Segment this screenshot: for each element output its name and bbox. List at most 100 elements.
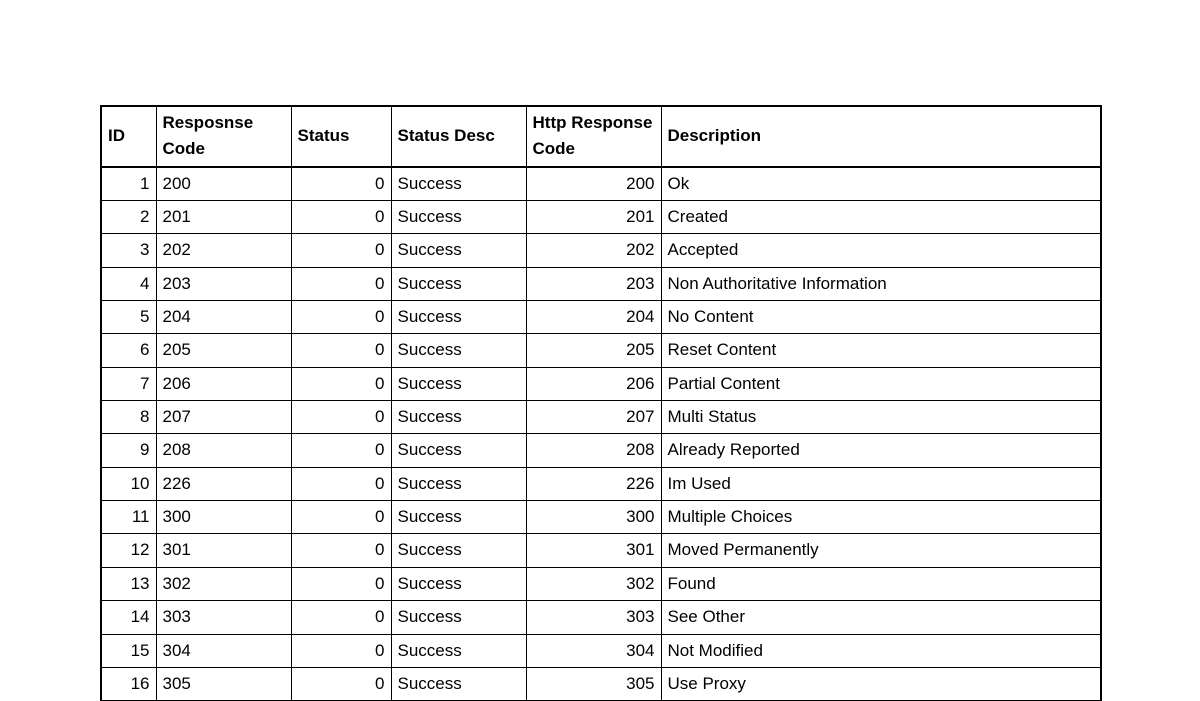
cell-status: 0 bbox=[291, 501, 391, 534]
cell-status: 0 bbox=[291, 301, 391, 334]
cell-response-code: 203 bbox=[156, 267, 291, 300]
cell-status: 0 bbox=[291, 367, 391, 400]
cell-description: Im Used bbox=[661, 467, 1101, 500]
header-description: Description bbox=[661, 106, 1101, 167]
cell-status-desc: Success bbox=[391, 601, 526, 634]
cell-status: 0 bbox=[291, 467, 391, 500]
cell-response-code: 204 bbox=[156, 301, 291, 334]
table-row: 62050Success205Reset Content bbox=[101, 334, 1101, 367]
cell-status: 0 bbox=[291, 434, 391, 467]
cell-http-response-code: 301 bbox=[526, 534, 661, 567]
document-page: ID Resposnse Code Status Status Desc Htt… bbox=[100, 105, 1100, 701]
cell-response-code: 205 bbox=[156, 334, 291, 367]
table-row: 22010Success201Created bbox=[101, 201, 1101, 234]
cell-description: Not Modified bbox=[661, 634, 1101, 667]
cell-http-response-code: 201 bbox=[526, 201, 661, 234]
cell-http-response-code: 305 bbox=[526, 667, 661, 700]
table-row: 143030Success303See Other bbox=[101, 601, 1101, 634]
cell-id: 5 bbox=[101, 301, 156, 334]
cell-http-response-code: 226 bbox=[526, 467, 661, 500]
cell-status-desc: Success bbox=[391, 334, 526, 367]
cell-status-desc: Success bbox=[391, 567, 526, 600]
cell-response-code: 208 bbox=[156, 434, 291, 467]
table-row: 113000Success300Multiple Choices bbox=[101, 501, 1101, 534]
cell-status-desc: Success bbox=[391, 267, 526, 300]
table-header-row: ID Resposnse Code Status Status Desc Htt… bbox=[101, 106, 1101, 167]
cell-status: 0 bbox=[291, 534, 391, 567]
cell-response-code: 226 bbox=[156, 467, 291, 500]
cell-description: Ok bbox=[661, 167, 1101, 201]
cell-status-desc: Success bbox=[391, 167, 526, 201]
cell-response-code: 304 bbox=[156, 634, 291, 667]
cell-id: 13 bbox=[101, 567, 156, 600]
cell-http-response-code: 208 bbox=[526, 434, 661, 467]
cell-http-response-code: 304 bbox=[526, 634, 661, 667]
header-http-response-code: Http Response Code bbox=[526, 106, 661, 167]
header-status: Status bbox=[291, 106, 391, 167]
cell-response-code: 301 bbox=[156, 534, 291, 567]
cell-status-desc: Success bbox=[391, 401, 526, 434]
cell-id: 3 bbox=[101, 234, 156, 267]
cell-description: Reset Content bbox=[661, 334, 1101, 367]
cell-response-code: 202 bbox=[156, 234, 291, 267]
cell-id: 9 bbox=[101, 434, 156, 467]
cell-response-code: 206 bbox=[156, 367, 291, 400]
table-row: 92080Success208Already Reported bbox=[101, 434, 1101, 467]
cell-id: 12 bbox=[101, 534, 156, 567]
cell-description: No Content bbox=[661, 301, 1101, 334]
cell-http-response-code: 302 bbox=[526, 567, 661, 600]
cell-http-response-code: 202 bbox=[526, 234, 661, 267]
header-status-desc: Status Desc bbox=[391, 106, 526, 167]
cell-description: Non Authoritative Information bbox=[661, 267, 1101, 300]
cell-http-response-code: 303 bbox=[526, 601, 661, 634]
table-row: 72060Success206Partial Content bbox=[101, 367, 1101, 400]
cell-description: Found bbox=[661, 567, 1101, 600]
cell-description: Multi Status bbox=[661, 401, 1101, 434]
cell-id: 6 bbox=[101, 334, 156, 367]
table-row: 12000Success200Ok bbox=[101, 167, 1101, 201]
cell-response-code: 303 bbox=[156, 601, 291, 634]
cell-http-response-code: 205 bbox=[526, 334, 661, 367]
cell-status-desc: Success bbox=[391, 434, 526, 467]
cell-status-desc: Success bbox=[391, 501, 526, 534]
cell-id: 11 bbox=[101, 501, 156, 534]
cell-id: 2 bbox=[101, 201, 156, 234]
cell-status: 0 bbox=[291, 167, 391, 201]
table-body: 12000Success200Ok22010Success201Created3… bbox=[101, 167, 1101, 701]
table-row: 163050Success305Use Proxy bbox=[101, 667, 1101, 700]
table-row: 133020Success302Found bbox=[101, 567, 1101, 600]
response-codes-table: ID Resposnse Code Status Status Desc Htt… bbox=[100, 105, 1102, 701]
cell-response-code: 302 bbox=[156, 567, 291, 600]
cell-status: 0 bbox=[291, 267, 391, 300]
cell-description: Moved Permanently bbox=[661, 534, 1101, 567]
cell-http-response-code: 203 bbox=[526, 267, 661, 300]
table-row: 102260Success226Im Used bbox=[101, 467, 1101, 500]
cell-response-code: 200 bbox=[156, 167, 291, 201]
cell-id: 1 bbox=[101, 167, 156, 201]
cell-description: Already Reported bbox=[661, 434, 1101, 467]
cell-status: 0 bbox=[291, 201, 391, 234]
cell-response-code: 201 bbox=[156, 201, 291, 234]
cell-id: 7 bbox=[101, 367, 156, 400]
cell-description: See Other bbox=[661, 601, 1101, 634]
table-row: 52040Success204No Content bbox=[101, 301, 1101, 334]
cell-id: 4 bbox=[101, 267, 156, 300]
cell-description: Accepted bbox=[661, 234, 1101, 267]
cell-status-desc: Success bbox=[391, 234, 526, 267]
cell-http-response-code: 204 bbox=[526, 301, 661, 334]
cell-response-code: 305 bbox=[156, 667, 291, 700]
cell-status: 0 bbox=[291, 634, 391, 667]
header-response-code: Resposnse Code bbox=[156, 106, 291, 167]
cell-status: 0 bbox=[291, 234, 391, 267]
cell-id: 10 bbox=[101, 467, 156, 500]
cell-response-code: 207 bbox=[156, 401, 291, 434]
table-row: 123010Success301Moved Permanently bbox=[101, 534, 1101, 567]
cell-status: 0 bbox=[291, 667, 391, 700]
header-id: ID bbox=[101, 106, 156, 167]
cell-status-desc: Success bbox=[391, 201, 526, 234]
cell-http-response-code: 207 bbox=[526, 401, 661, 434]
cell-status-desc: Success bbox=[391, 634, 526, 667]
cell-http-response-code: 206 bbox=[526, 367, 661, 400]
cell-status-desc: Success bbox=[391, 534, 526, 567]
table-row: 82070Success207Multi Status bbox=[101, 401, 1101, 434]
